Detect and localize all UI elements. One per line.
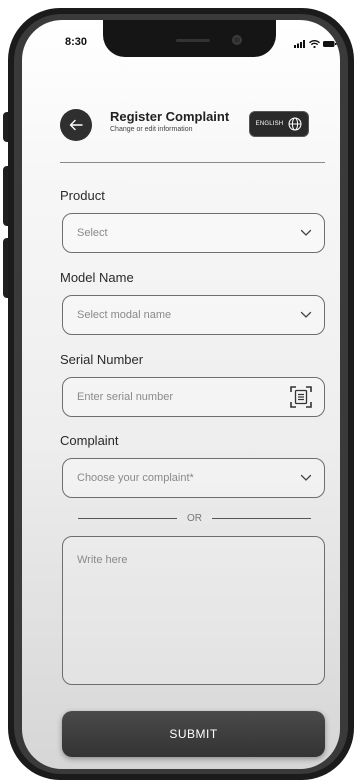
header: Register Complaint Change or edit inform… (22, 20, 340, 150)
complaint-select[interactable]: Choose your complaint* (62, 458, 325, 498)
language-label: ENGLISH (255, 121, 284, 127)
scan-icon[interactable] (290, 386, 312, 408)
serial-number-label: Serial Number (60, 352, 144, 367)
phone-screen: 8:30 Register Complaint Change or edit i… (22, 20, 340, 769)
or-separator-text: OR (187, 512, 202, 524)
product-select[interactable]: Select (62, 213, 325, 253)
back-button[interactable] (60, 109, 92, 141)
complaint-select-placeholder: Choose your complaint* (77, 472, 194, 484)
language-selector-button[interactable]: ENGLISH (250, 112, 308, 136)
separator-line-right (212, 517, 311, 519)
chevron-down-icon (300, 311, 312, 318)
complaint-label: Complaint (60, 433, 119, 448)
submit-button-label: SUBMIT (169, 727, 218, 741)
complaint-description-placeholder: Write here (77, 554, 128, 566)
or-separator: OR (78, 511, 311, 525)
globe-icon (288, 117, 302, 131)
separator-line-left (78, 517, 177, 519)
model-name-select-placeholder: Select modal name (77, 309, 172, 321)
product-select-placeholder: Select (77, 227, 108, 239)
phone-frame: 8:30 Register Complaint Change or edit i… (8, 8, 354, 780)
model-name-label: Model Name (60, 270, 134, 285)
chevron-down-icon (300, 474, 312, 481)
complaint-description-textarea[interactable]: Write here (62, 536, 325, 685)
page-subtitle: Change or edit information (110, 126, 193, 133)
arrow-left-icon (69, 119, 83, 131)
page-title: Register Complaint (110, 109, 230, 124)
chevron-down-icon (300, 229, 312, 236)
header-divider (60, 162, 325, 163)
model-name-select[interactable]: Select modal name (62, 295, 325, 335)
serial-number-input[interactable]: Enter serial number (62, 377, 325, 417)
serial-number-input-placeholder: Enter serial number (77, 391, 173, 403)
product-label: Product (60, 188, 105, 203)
submit-button[interactable]: SUBMIT (62, 711, 325, 757)
